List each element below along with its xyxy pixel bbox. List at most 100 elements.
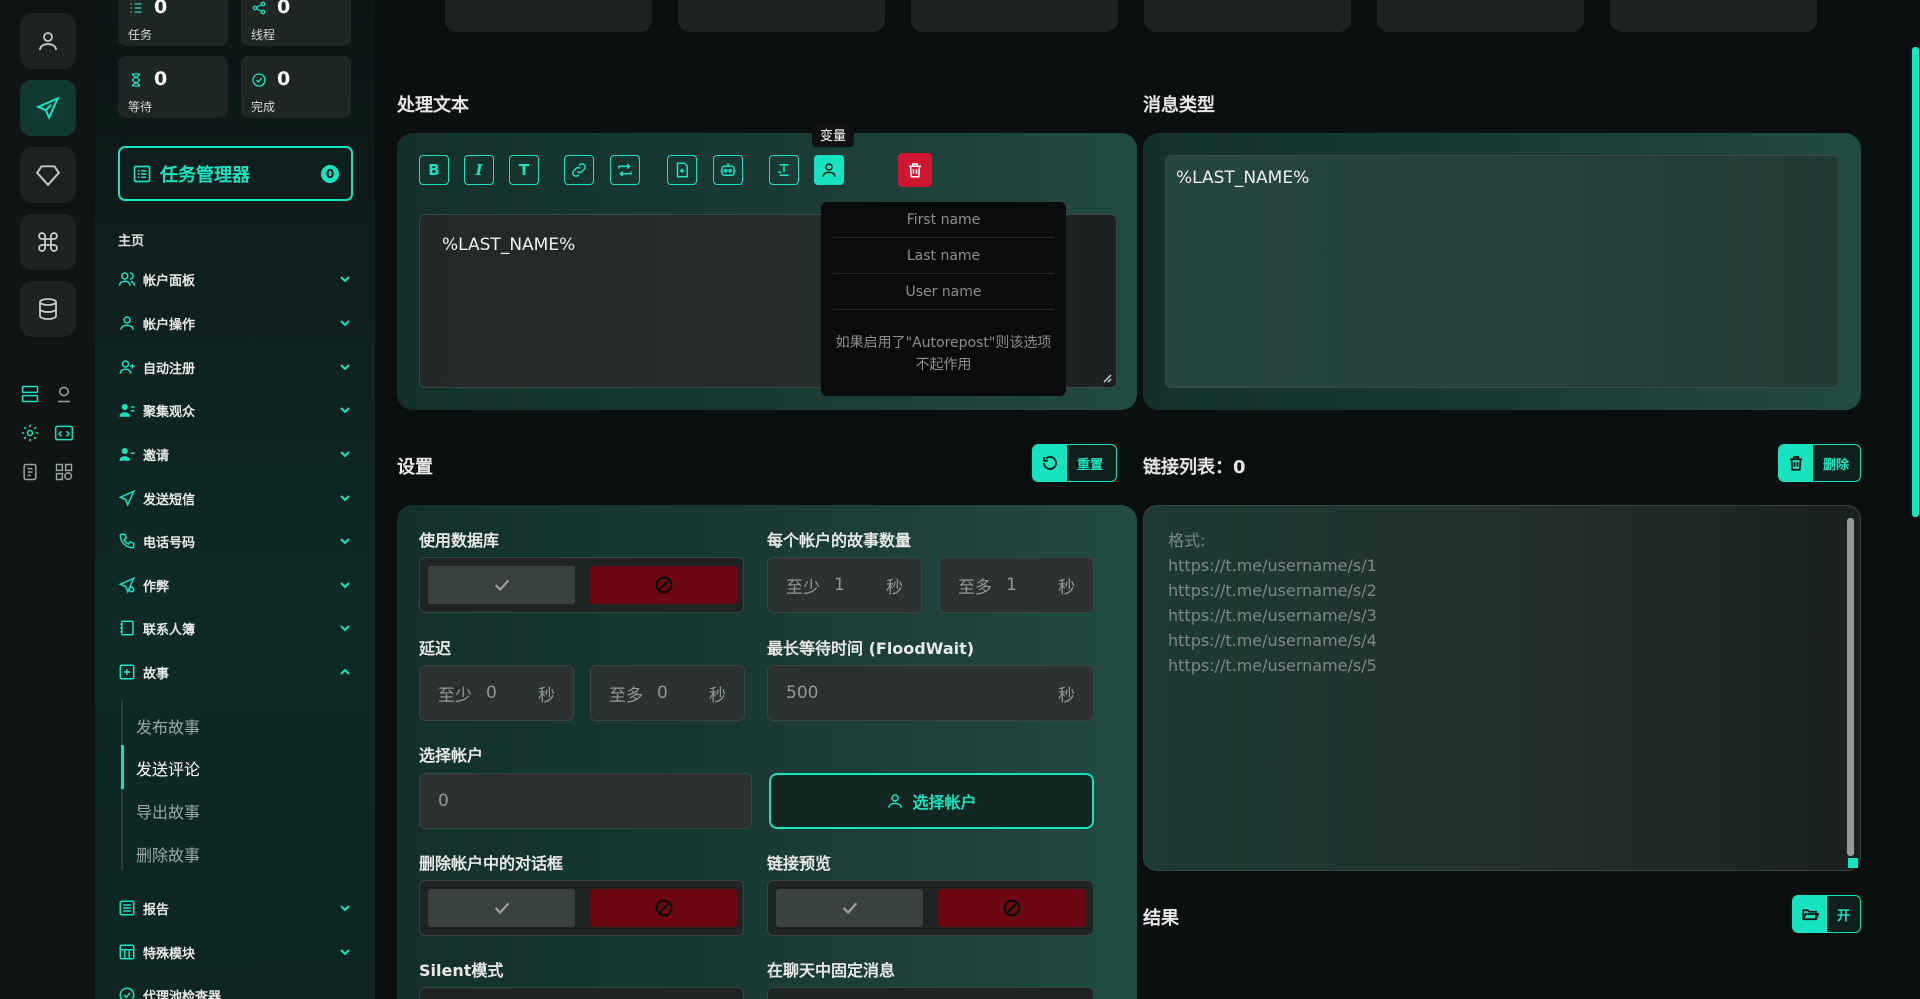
contacts-icon: [118, 619, 136, 637]
text-icon: T: [518, 161, 530, 179]
story-submenu-active-indicator: [121, 745, 124, 789]
text-button[interactable]: T: [509, 155, 539, 185]
diamond-rail-button[interactable]: [20, 147, 76, 203]
sidebar-item-invite[interactable]: 邀请: [118, 439, 353, 469]
submenu-publish-story[interactable]: 发布故事: [136, 714, 200, 738]
sidebar-item-auto-register[interactable]: 自动注册: [118, 352, 353, 382]
sidebar-item-account-panel[interactable]: 帐户面板: [118, 264, 353, 294]
check-icon: [491, 574, 513, 596]
link-preview-yes[interactable]: [776, 889, 923, 927]
results-title: 结果: [1143, 908, 1179, 929]
send-rail-button[interactable]: [20, 80, 76, 136]
sidebar-item-special-modules[interactable]: 特殊模块: [118, 937, 353, 967]
format-button[interactable]: [769, 155, 799, 185]
profile-rail-button[interactable]: [20, 13, 76, 69]
top-card[interactable]: [1144, 0, 1351, 32]
sidebar-item-contacts[interactable]: 联系人簿: [118, 613, 353, 643]
link-button[interactable]: [564, 155, 594, 185]
submenu-send-comment[interactable]: 发送评论: [136, 756, 200, 780]
use-db-yes[interactable]: [428, 566, 575, 604]
gear-icon[interactable]: [19, 422, 41, 444]
chevron-down-icon: [337, 900, 353, 916]
resize-handle-icon[interactable]: [1848, 858, 1858, 868]
variable-user-name[interactable]: User name: [833, 274, 1054, 310]
check-circle-icon: [251, 72, 267, 88]
delete-button[interactable]: [898, 153, 932, 187]
user-icon: [820, 161, 838, 179]
top-card[interactable]: [678, 0, 885, 32]
links-scrollbar[interactable]: [1847, 518, 1854, 856]
message-type-preview[interactable]: %LAST_NAME%: [1165, 155, 1839, 388]
command-rail-button[interactable]: [20, 214, 76, 270]
share-icon: [251, 0, 267, 16]
repost-button[interactable]: [610, 155, 640, 185]
top-card[interactable]: [1377, 0, 1584, 32]
stat-waiting-value: 0: [154, 68, 168, 90]
select-account-button[interactable]: 选择帐户: [769, 773, 1094, 829]
sidebar-item-label: 代理池检查器: [143, 989, 222, 999]
location-user-icon[interactable]: [53, 383, 75, 405]
silent-mode-toggle[interactable]: [419, 987, 744, 999]
delete-links-button[interactable]: 删除: [1778, 444, 1861, 482]
sidebar-item-proxy-checker[interactable]: 代理池检查器: [118, 980, 353, 999]
task-manager-count: 0: [321, 165, 339, 183]
use-db-no[interactable]: [590, 566, 737, 604]
stat-waiting: 0 等待: [118, 56, 228, 118]
selected-accounts-count[interactable]: 0: [419, 773, 752, 829]
resize-handle-icon[interactable]: [1102, 373, 1112, 383]
floodwait-input[interactable]: 500 秒: [767, 665, 1094, 721]
variable-button[interactable]: [814, 155, 844, 185]
sidebar-item-cheat[interactable]: 作弊: [118, 570, 353, 600]
chevron-down-icon: [337, 446, 353, 462]
sidebar-item-phone-numbers[interactable]: 电话号码: [118, 526, 353, 556]
stories-max-suffix: 秒: [1058, 577, 1075, 598]
reset-button[interactable]: 重置: [1032, 444, 1117, 482]
stories-min-input[interactable]: 至少 1 秒: [767, 557, 922, 613]
link-preview-no[interactable]: [938, 889, 1085, 927]
pin-message-toggle[interactable]: [767, 987, 1094, 999]
delay-max-input[interactable]: 至多 0 秒: [590, 665, 745, 721]
task-manager-icon: [132, 164, 152, 184]
sidebar-item-stories[interactable]: 故事: [118, 657, 353, 687]
delete-dialogs-yes[interactable]: [428, 889, 575, 927]
sidebar-item-reports[interactable]: 报告: [118, 893, 353, 923]
delay-min-prefix: 至少: [438, 685, 472, 706]
page-scrollbar[interactable]: [1912, 47, 1919, 517]
sidebar-item-gather-audience[interactable]: 聚集观众: [118, 395, 353, 425]
top-card[interactable]: [911, 0, 1118, 32]
user-icon: [118, 314, 136, 332]
delay-min-input[interactable]: 至少 0 秒: [419, 665, 574, 721]
command-icon: [36, 230, 60, 254]
sidebar-item-send-sms[interactable]: 发送短信: [118, 483, 353, 513]
chevron-down-icon: [337, 490, 353, 506]
server-list-icon[interactable]: [19, 383, 41, 405]
open-results-button[interactable]: 开: [1792, 895, 1861, 933]
code-window-icon[interactable]: [53, 422, 75, 444]
stat-done-value: 0: [277, 68, 291, 90]
top-card[interactable]: [445, 0, 652, 32]
floodwait-suffix: 秒: [1058, 685, 1075, 706]
top-card[interactable]: [1610, 0, 1817, 32]
sidebar-item-account-actions[interactable]: 帐户操作: [118, 308, 353, 338]
bot-button[interactable]: [713, 155, 743, 185]
italic-button[interactable]: I: [464, 155, 494, 185]
delete-dialogs-no[interactable]: [590, 889, 737, 927]
variable-last-name[interactable]: Last name: [833, 238, 1054, 274]
file-button[interactable]: [667, 155, 697, 185]
sidebar-item-label: 报告: [143, 902, 170, 918]
silent-mode-label: Silent模式: [419, 961, 504, 980]
delay-min-suffix: 秒: [538, 685, 555, 706]
bold-button[interactable]: B: [419, 155, 449, 185]
users-gather-icon: [118, 401, 136, 419]
links-textarea[interactable]: 格式: https://t.me/username/s/1 https://t.…: [1143, 505, 1861, 871]
sidebar-item-label: 联系人簿: [143, 622, 196, 638]
submenu-delete-stories[interactable]: 删除故事: [136, 842, 200, 866]
variable-first-name[interactable]: First name: [833, 202, 1054, 238]
document-icon[interactable]: [19, 461, 41, 483]
select-account-label: 选择帐户: [419, 746, 484, 765]
stories-max-input[interactable]: 至多 1 秒: [939, 557, 1094, 613]
database-rail-button[interactable]: [20, 281, 76, 337]
task-manager-button[interactable]: 任务管理器 0: [118, 146, 353, 201]
grid-shapes-icon[interactable]: [53, 461, 75, 483]
submenu-export-stories[interactable]: 导出故事: [136, 799, 200, 823]
